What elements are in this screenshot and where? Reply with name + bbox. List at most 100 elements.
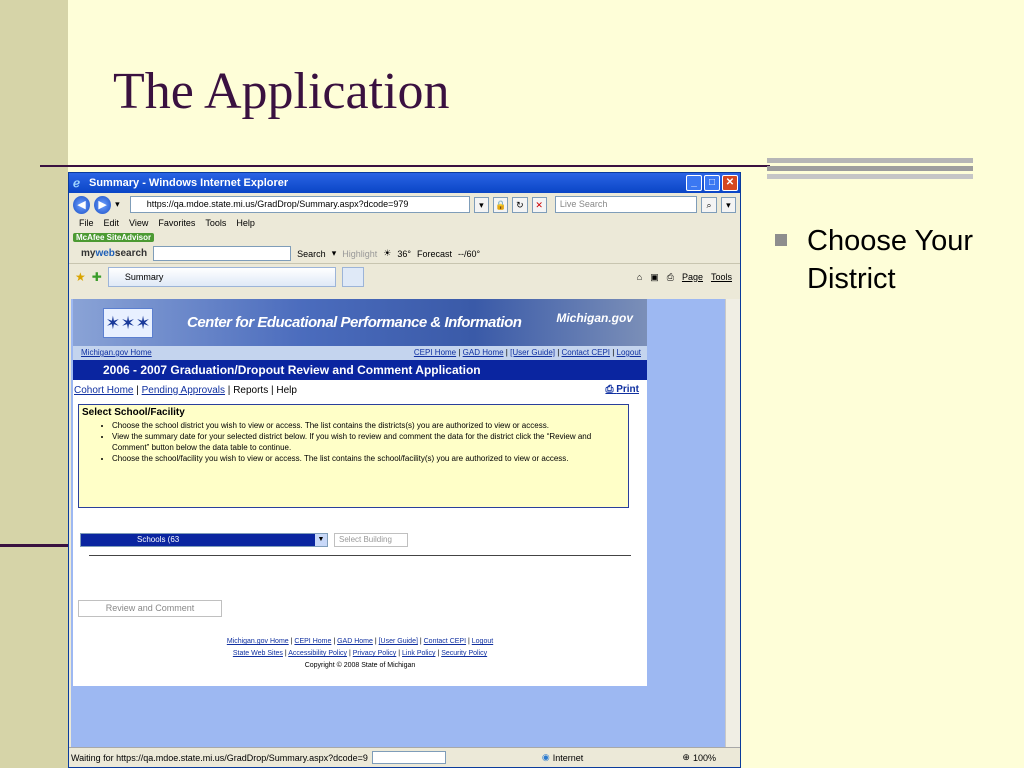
- menu-edit[interactable]: Edit: [104, 218, 120, 228]
- page-menu[interactable]: Page: [682, 272, 703, 283]
- banner-title: Center for Educational Performance & Inf…: [187, 314, 522, 331]
- tab-row: ★ ✚ Summary ⌂ ▣ ⎙ Page Tools: [69, 264, 740, 290]
- close-button[interactable]: ✕: [722, 175, 738, 191]
- select-row: Schools (63 ▼ Select Building: [80, 533, 408, 547]
- highlight-button[interactable]: Highlight: [342, 249, 377, 259]
- mcafee-row: McAfee SiteAdvisor: [69, 230, 740, 244]
- footer-michigan-home-link[interactable]: Michigan.gov Home: [227, 638, 289, 645]
- footer-gad-home-link[interactable]: GAD Home: [337, 638, 373, 645]
- state-web-sites-link[interactable]: State Web Sites: [233, 650, 283, 657]
- instruction-item: Choose the school/facility you wish to v…: [112, 453, 625, 464]
- menu-view[interactable]: View: [129, 218, 148, 228]
- toolbar-search-button[interactable]: Search: [297, 249, 326, 259]
- cohort-home-link[interactable]: Cohort Home: [74, 385, 133, 396]
- vertical-scrollbar[interactable]: [725, 299, 740, 747]
- live-search-input[interactable]: Live Search: [554, 196, 698, 213]
- add-favorites-icon[interactable]: ✚: [92, 270, 102, 284]
- link-policy-link[interactable]: Link Policy: [402, 650, 435, 657]
- command-bar: ⌂ ▣ ⎙ Page Tools: [637, 272, 740, 283]
- decorative-bars: [767, 158, 973, 182]
- cepi-logo-icon: ✶✶✶: [103, 307, 153, 338]
- maximize-button[interactable]: □: [704, 175, 720, 191]
- search-icon[interactable]: ⌕: [701, 196, 717, 213]
- zoom-level[interactable]: 100%: [693, 753, 716, 763]
- tools-menu[interactable]: Tools: [711, 272, 732, 283]
- address-row: ◀ ▶ ▾ https://qa.mdoe.state.mi.us/GradDr…: [69, 193, 740, 216]
- reports-link[interactable]: Reports: [233, 385, 268, 396]
- menu-favorites[interactable]: Favorites: [158, 218, 195, 228]
- footer-user-guide-link[interactable]: [User Guide]: [379, 638, 418, 645]
- user-guide-link[interactable]: [User Guide]: [510, 348, 555, 357]
- michigan-gov-logo: Michigan.gov: [556, 311, 633, 325]
- print-link[interactable]: ⎙ Print: [605, 384, 639, 395]
- help-link[interactable]: Help: [276, 385, 297, 396]
- mywebsearch-toolbar: mywebsearch Search ▾ Highlight ☀ 36° For…: [69, 244, 740, 264]
- lock-icon[interactable]: 🔒: [492, 196, 509, 213]
- page-footer: Michigan.gov Home | CEPI Home | GAD Home…: [73, 636, 647, 672]
- back-icon[interactable]: ◀: [73, 195, 91, 214]
- security-policy-link[interactable]: Security Policy: [441, 650, 487, 657]
- accessibility-policy-link[interactable]: Accessibility Policy: [288, 650, 347, 657]
- zone-label: Internet: [552, 752, 584, 763]
- gad-home-link[interactable]: GAD Home: [463, 348, 504, 357]
- logout-link[interactable]: Logout: [617, 348, 641, 357]
- app-title-bar: 2006 - 2007 Graduation/Dropout Review an…: [73, 360, 647, 380]
- refresh-icon[interactable]: ↻: [512, 196, 528, 213]
- chevron-down-icon[interactable]: ▼: [315, 534, 327, 546]
- browser-window: ℯ Summary - Windows Internet Explorer _ …: [68, 172, 741, 768]
- slide-left-bar: [0, 0, 68, 768]
- zoom-icon[interactable]: ⊕: [682, 752, 690, 763]
- print-icon[interactable]: ⎙: [667, 272, 674, 283]
- search-options-icon[interactable]: ▾: [720, 196, 736, 213]
- menu-tools[interactable]: Tools: [205, 218, 226, 228]
- menu-file[interactable]: File: [79, 218, 94, 228]
- feeds-icon[interactable]: ▣: [650, 272, 659, 283]
- tab-summary[interactable]: Summary: [107, 267, 336, 287]
- printer-icon: ⎙: [605, 384, 614, 395]
- home-icon[interactable]: ⌂: [637, 272, 642, 283]
- instruction-item: Choose the school district you wish to v…: [112, 420, 625, 431]
- temperature: 36°: [397, 248, 411, 259]
- instructions-box: Select School/Facility Choose the school…: [78, 404, 629, 508]
- window-titlebar[interactable]: ℯ Summary - Windows Internet Explorer _ …: [69, 173, 740, 193]
- address-bar[interactable]: https://qa.mdoe.state.mi.us/GradDrop/Sum…: [129, 196, 470, 213]
- cepi-home-link[interactable]: CEPI Home: [414, 348, 456, 357]
- footer-cepi-home-link[interactable]: CEPI Home: [294, 638, 331, 645]
- web-page: ✶✶✶ Center for Educational Performance &…: [73, 299, 647, 686]
- forecast-button[interactable]: Forecast: [417, 249, 452, 259]
- address-dropdown-icon[interactable]: ▾: [473, 196, 489, 213]
- page-viewport: ✶✶✶ Center for Educational Performance &…: [71, 299, 740, 747]
- favorites-star-icon[interactable]: ★: [75, 270, 86, 284]
- new-tab-button[interactable]: [341, 267, 364, 287]
- slide-title: The Application: [113, 63, 450, 120]
- sub-navigation: Cohort Home | Pending Approvals | Report…: [74, 384, 639, 396]
- status-text: Waiting for https://qa.mdoe.state.mi.us/…: [71, 752, 368, 763]
- district-select[interactable]: Schools (63 ▼: [80, 533, 328, 547]
- menu-help[interactable]: Help: [236, 218, 255, 228]
- history-dropdown-icon[interactable]: ▾: [115, 199, 120, 210]
- cepi-banner: ✶✶✶ Center for Educational Performance &…: [73, 299, 647, 346]
- status-bar: Waiting for https://qa.mdoe.state.mi.us/…: [69, 747, 740, 767]
- forward-icon[interactable]: ▶: [94, 195, 112, 214]
- mywebsearch-logo: mywebsearch: [81, 248, 148, 259]
- pending-approvals-link[interactable]: Pending Approvals: [142, 385, 225, 396]
- copyright: Copyright © 2008 State of Michigan: [304, 662, 416, 669]
- footer-contact-link[interactable]: Contact CEPI: [424, 638, 466, 645]
- district-select-value: Schools (63: [81, 534, 315, 546]
- toolbar-search-dropdown-icon[interactable]: ▾: [332, 248, 337, 259]
- footer-logout-link[interactable]: Logout: [472, 638, 493, 645]
- stop-icon[interactable]: ✕: [531, 196, 547, 213]
- box-title: Select School/Facility: [82, 407, 185, 418]
- michigan-gov-home-link[interactable]: Michigan.gov Home: [81, 348, 152, 360]
- menu-bar: File Edit View Favorites Tools Help: [69, 216, 740, 230]
- top-link-bar: Michigan.gov Home CEPI Home | GAD Home |…: [73, 346, 647, 360]
- bullet-square-icon: [775, 234, 787, 246]
- mywebsearch-input[interactable]: [153, 246, 292, 261]
- minimize-button[interactable]: _: [686, 175, 702, 191]
- contact-cepi-link[interactable]: Contact CEPI: [562, 348, 610, 357]
- window-title: Summary - Windows Internet Explorer: [89, 177, 289, 189]
- mcafee-siteadvisor-button[interactable]: McAfee SiteAdvisor: [73, 232, 155, 242]
- review-and-comment-button[interactable]: Review and Comment: [78, 600, 222, 617]
- privacy-policy-link[interactable]: Privacy Policy: [353, 650, 397, 657]
- building-select[interactable]: Select Building: [334, 533, 408, 547]
